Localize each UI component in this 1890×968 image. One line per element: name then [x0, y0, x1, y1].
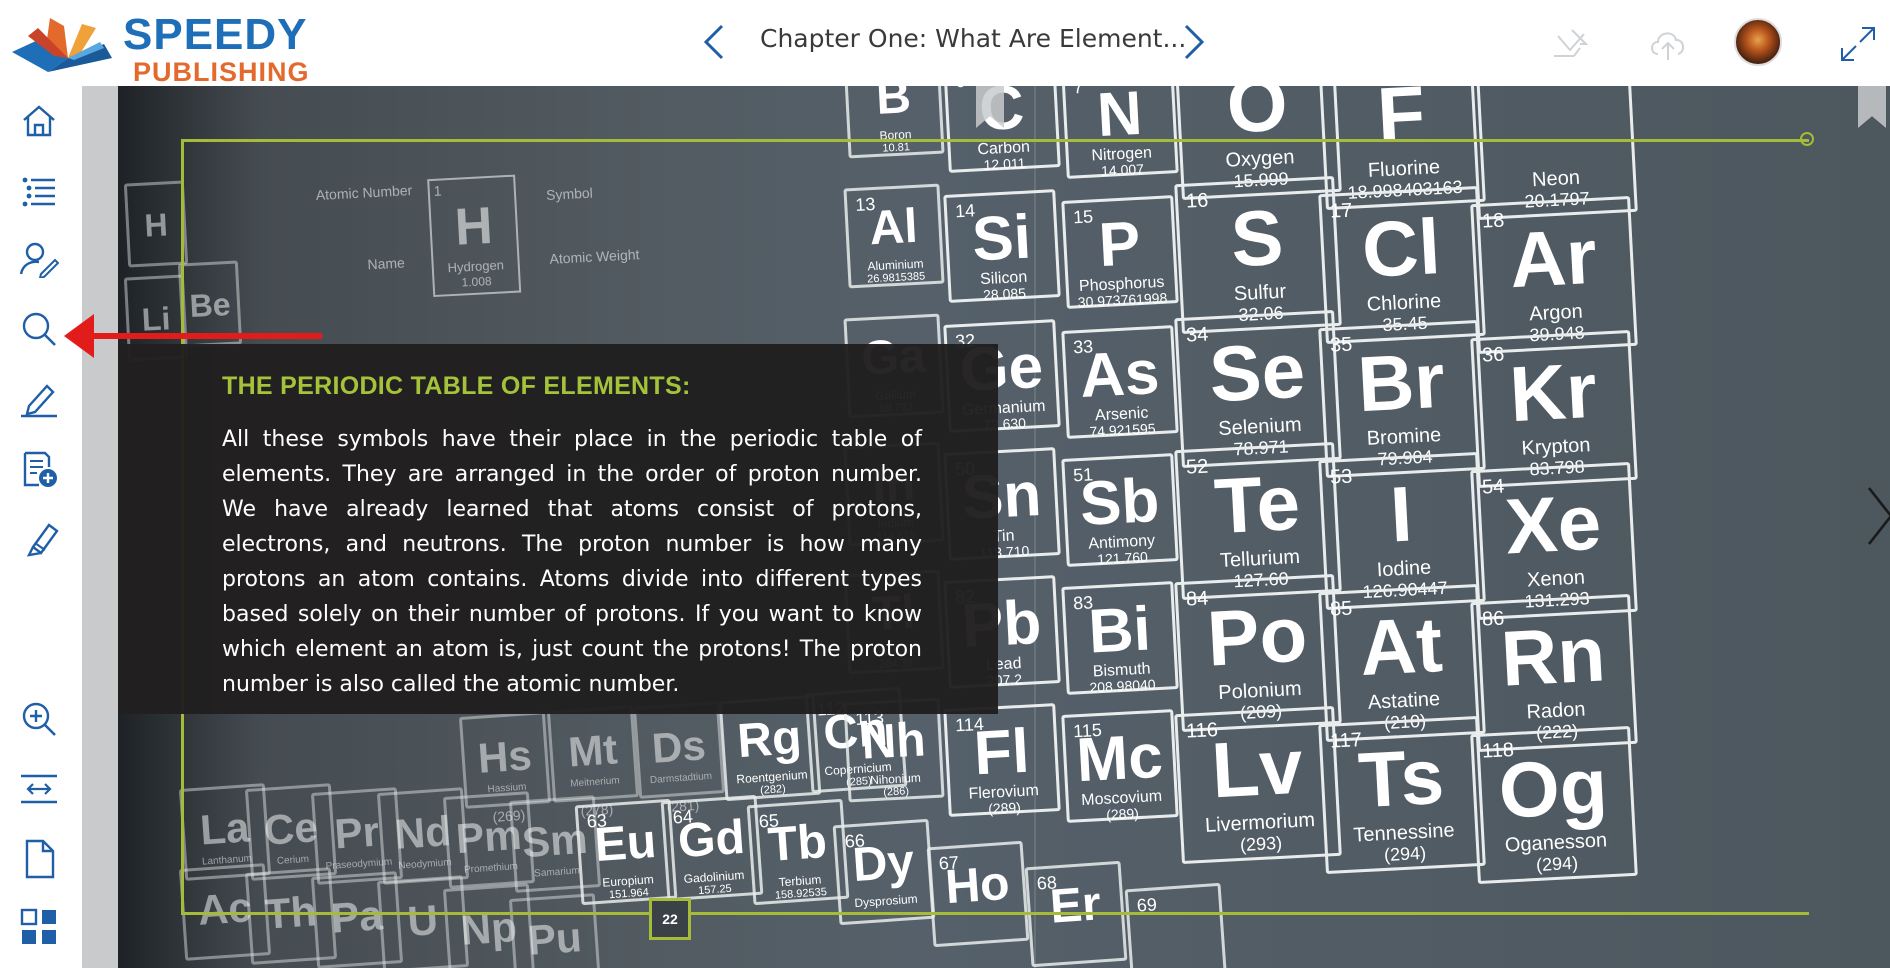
sidebar-item-home[interactable] [18, 100, 60, 142]
sidebar-item-fit-width[interactable] [18, 768, 60, 810]
frame-dot [1800, 132, 1814, 146]
element-weight [936, 926, 1026, 932]
chapter-title[interactable]: Chapter One: What Are Element... [760, 24, 1186, 53]
page-number: 22 [649, 898, 691, 940]
element-symbol: B [874, 86, 913, 125]
content-panel: THE PERIODIC TABLE OF ELEMENTS: All thes… [118, 344, 998, 714]
fullscreen-button[interactable] [1834, 20, 1882, 68]
sidebar-item-add-note[interactable] [18, 448, 60, 490]
element-symbol: Pu [526, 913, 584, 964]
add-note-icon [23, 451, 57, 487]
user-edit-icon [19, 242, 59, 278]
logo-title: SPEEDY [123, 10, 308, 59]
chevron-right-icon [1867, 487, 1890, 545]
element-name [1133, 954, 1223, 960]
logo-subtitle: PUBLISHING [133, 57, 310, 87]
element-weight [1034, 946, 1124, 952]
section-heading: THE PERIODIC TABLE OF ELEMENTS: [222, 372, 691, 400]
left-sidebar [0, 86, 82, 968]
bookmark-right-icon[interactable] [1858, 86, 1886, 128]
sidebar-item-profile[interactable] [18, 238, 60, 280]
fit-width-icon [21, 774, 57, 804]
book-logo-icon [12, 18, 112, 72]
top-toolbar: SPEEDY PUBLISHING Chapter One: What Are … [0, 0, 1890, 86]
search-icon [22, 312, 56, 346]
home-icon [23, 105, 55, 137]
table-of-contents-icon [22, 177, 55, 207]
element-symbol [1474, 86, 1628, 87]
sidebar-item-highlight[interactable] [18, 518, 60, 560]
highlighter-icon [26, 523, 59, 557]
previous-chapter-button[interactable] [696, 18, 732, 66]
cloud-upload-button[interactable] [1644, 20, 1692, 68]
sidebar-item-annotate[interactable] [18, 378, 60, 420]
share-button[interactable] [1546, 20, 1594, 68]
fullscreen-icon [1841, 27, 1875, 61]
thumbnails-icon [20, 908, 56, 944]
zoom-in-icon [22, 702, 56, 736]
annotation-arrow-icon [64, 314, 322, 358]
sidebar-item-contents[interactable] [18, 170, 60, 212]
book-page: H Li Be Atomic Number Name Symbol Atomic W… [118, 86, 1890, 968]
element-tile: H [123, 180, 189, 268]
single-page-icon [25, 839, 55, 879]
speedy-publishing-logo[interactable]: SPEEDY PUBLISHING [8, 8, 318, 86]
avatar[interactable] [1734, 18, 1782, 66]
element-symbol: H [143, 206, 169, 244]
section-body: All these symbols have their place in th… [222, 427, 922, 697]
next-page-button[interactable] [1860, 476, 1890, 556]
share-icon [1554, 29, 1589, 57]
chevron-right-icon [1184, 24, 1205, 60]
book-viewer: H Li Be Atomic Number Name Symbol Atomic W… [82, 86, 1890, 968]
next-chapter-button[interactable] [1176, 18, 1212, 66]
sidebar-item-zoom-in[interactable] [18, 698, 60, 740]
sidebar-item-single-page[interactable] [18, 838, 60, 880]
element-name [130, 248, 184, 251]
sidebar-item-search[interactable] [18, 308, 60, 350]
sidebar-item-thumbnails[interactable] [18, 906, 60, 948]
pen-annotate-icon [21, 384, 57, 418]
chevron-left-icon [703, 24, 724, 60]
cloud-upload-icon [1651, 32, 1684, 60]
